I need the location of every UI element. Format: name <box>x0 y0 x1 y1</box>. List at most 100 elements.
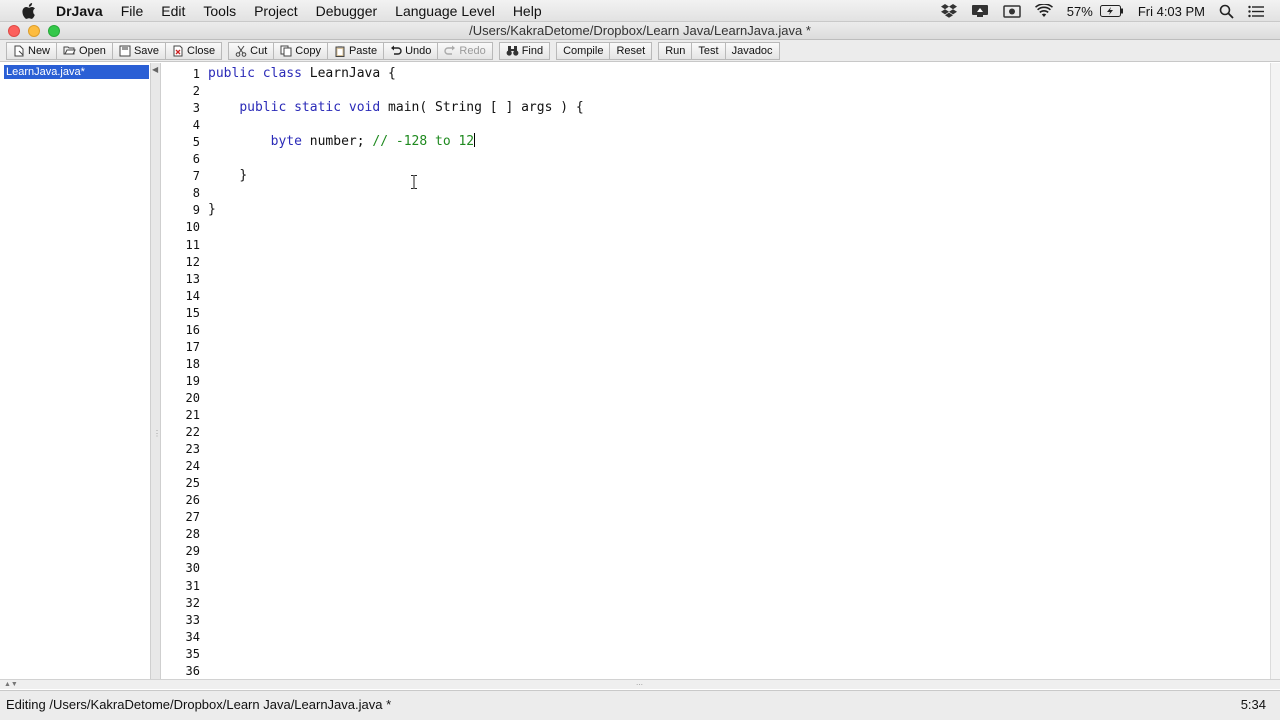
reset-button[interactable]: Reset <box>610 41 653 60</box>
text-caret <box>474 133 476 147</box>
code-line-5: byte number; // -128 to 12 <box>208 133 476 150</box>
code-line-7: } <box>208 167 247 184</box>
line-number: 17 <box>185 339 200 354</box>
scissors-icon <box>235 45 247 57</box>
paste-button[interactable]: Paste <box>327 41 385 60</box>
vertical-scrollbar[interactable] <box>1270 63 1280 679</box>
screen-share-icon[interactable] <box>964 0 996 22</box>
redo-button-label: Redo <box>459 44 486 57</box>
menu-debugger[interactable]: Debugger <box>307 0 387 22</box>
splitter-grip-icon[interactable]: ⋯ <box>636 681 643 689</box>
code-comment: // -128 to 12 <box>372 134 475 149</box>
menu-file[interactable]: File <box>112 0 153 22</box>
line-number: 18 <box>185 356 200 371</box>
line-number: 20 <box>185 390 200 405</box>
line-number: 8 <box>192 186 200 201</box>
expand-arrows-icon[interactable]: ▲▼ <box>4 680 18 689</box>
code-line-3: public static void main( String [ ] args… <box>208 99 584 116</box>
clipboard-icon <box>335 45 345 57</box>
splitter-grip-icon[interactable]: ⋮ <box>153 429 161 438</box>
keyword: static <box>294 100 342 115</box>
battery-icon[interactable] <box>1099 0 1131 22</box>
menu-language-level[interactable]: Language Level <box>386 0 504 22</box>
ibeam-cursor-icon <box>411 175 417 189</box>
line-number: 29 <box>185 544 200 559</box>
javadoc-button[interactable]: Javadoc <box>725 41 780 60</box>
line-number: 12 <box>185 254 200 269</box>
new-button-label: New <box>28 44 51 57</box>
camera-icon[interactable] <box>996 0 1028 22</box>
collapse-left-arrow-icon[interactable]: ◀ <box>152 65 158 74</box>
close-file-icon <box>173 45 183 56</box>
menu-project[interactable]: Project <box>245 0 307 22</box>
code-text: main( String [ ] args ) { <box>380 100 584 115</box>
document-list-pane: LearnJava.java* <box>2 63 151 679</box>
run-button[interactable]: Run <box>658 41 693 60</box>
wifi-icon[interactable] <box>1028 0 1060 22</box>
line-number: 30 <box>185 561 200 576</box>
line-number: 10 <box>185 220 200 235</box>
line-number: 1 <box>192 67 200 81</box>
code-text: number; <box>301 134 373 149</box>
menu-app-name[interactable]: DrJava <box>38 0 112 22</box>
line-number: 7 <box>192 169 200 184</box>
document-list-item[interactable]: LearnJava.java* <box>4 65 149 79</box>
line-number: 15 <box>185 305 200 320</box>
line-number: 5 <box>192 135 200 150</box>
save-button[interactable]: Save <box>112 41 167 60</box>
line-number: 6 <box>192 152 200 167</box>
menu-help[interactable]: Help <box>504 0 551 22</box>
line-number: 27 <box>185 510 200 525</box>
search-icon[interactable] <box>1212 0 1241 22</box>
apple-icon[interactable] <box>20 0 38 22</box>
dropbox-icon[interactable] <box>934 0 964 22</box>
system-menu-bar: DrJava File Edit Tools Project Debugger … <box>0 0 1280 22</box>
open-button[interactable]: Open <box>57 41 113 60</box>
copy-button-label: Copy <box>295 44 321 57</box>
line-number: 13 <box>185 271 200 286</box>
open-button-label: Open <box>79 44 106 57</box>
line-number: 26 <box>185 493 200 508</box>
code-editor[interactable]: 1 2 3 4 5 6 7 8 9 10 11 12 13 14 15 16 17 18 19 20 21 22 23 24 2… <box>162 63 1270 679</box>
close-button-label: Close <box>187 44 216 57</box>
battery-percent[interactable]: 57% <box>1060 0 1100 22</box>
cut-button[interactable]: Cut <box>228 41 275 60</box>
line-number: 31 <box>185 578 200 593</box>
line-number: 36 <box>185 663 200 678</box>
pane-splitter[interactable]: ◀ ⋮ <box>151 63 161 679</box>
line-number-gutter: 1 2 3 4 5 6 7 8 9 10 11 12 13 14 15 16 17 18 19 20 21 22 23 24 2… <box>162 63 200 679</box>
find-button-label: Find <box>521 44 544 57</box>
line-number: 24 <box>185 459 200 474</box>
save-icon <box>119 45 131 56</box>
menu-tools[interactable]: Tools <box>194 0 245 22</box>
copy-button[interactable]: Copy <box>274 41 328 60</box>
paste-button-label: Paste <box>348 44 378 57</box>
cursor-position: 5:34 <box>1240 697 1266 712</box>
copy-icon <box>280 45 292 56</box>
menu-bar-status-area: 57% Fri 4:03 PM <box>934 0 1280 22</box>
clock[interactable]: Fri 4:03 PM <box>1131 0 1212 22</box>
test-button[interactable]: Test <box>692 41 726 60</box>
line-number: 11 <box>185 237 200 252</box>
binoculars-icon <box>506 45 519 56</box>
window-title-bar: /Users/KakraDetome/Dropbox/Learn Java/Le… <box>0 22 1280 40</box>
undo-button[interactable]: Undo <box>384 41 439 60</box>
compile-button[interactable]: Compile <box>556 41 611 60</box>
keyword: public <box>208 66 255 81</box>
code-text: } <box>239 168 248 183</box>
list-icon[interactable] <box>1241 0 1280 22</box>
toolbar: New Open Save Close Cut Copy Paste Undo … <box>0 40 1280 62</box>
status-bar: Editing /Users/KakraDetome/Dropbox/Learn… <box>0 690 1280 720</box>
line-number: 35 <box>185 646 200 661</box>
line-number: 28 <box>185 527 200 542</box>
line-number: 32 <box>185 595 200 610</box>
find-button[interactable]: Find <box>498 41 551 60</box>
horizontal-splitter[interactable]: ▲▼ ⋯ <box>0 679 1280 689</box>
line-number: 23 <box>185 442 200 457</box>
menu-edit[interactable]: Edit <box>152 0 194 22</box>
redo-button[interactable]: Redo <box>438 41 493 60</box>
new-button[interactable]: New <box>6 41 58 60</box>
close-button[interactable]: Close <box>166 41 223 60</box>
new-file-icon <box>14 45 24 56</box>
line-number: 3 <box>192 101 200 116</box>
